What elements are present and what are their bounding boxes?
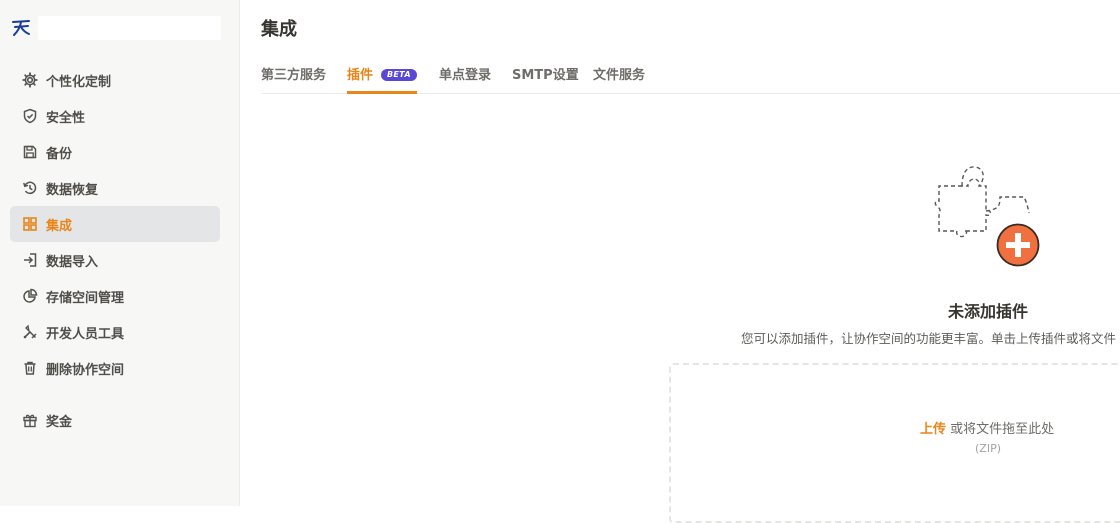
save-icon — [22, 144, 38, 160]
empty-state-description: 您可以添加插件，让协作空间的功能更丰富。单击上传插件或将文件 — [741, 331, 1117, 346]
gift-icon — [22, 412, 38, 428]
sidebar-item-developer-tools[interactable]: 开发人员工具 — [10, 314, 220, 350]
sidebar-item-label: 数据导入 — [46, 254, 99, 270]
upload-hint-text: 或将文件拖至此处 — [950, 422, 1055, 437]
workspace-header[interactable] — [10, 14, 221, 40]
sidebar-item-label: 开发人员工具 — [46, 326, 125, 342]
upload-prompt: 上传 或将文件拖至此处 — [920, 418, 1054, 437]
puzzle-plugin-icon — [934, 166, 1040, 267]
page-title: 集成 — [261, 19, 297, 40]
sidebar-item-storage[interactable]: 存储空间管理 — [10, 278, 220, 314]
sidebar-item-security[interactable]: 安全性 — [10, 98, 220, 134]
shield-icon — [22, 108, 38, 124]
sidebar-item-label: 集成 — [46, 218, 73, 234]
sidebar-item-label: 安全性 — [46, 110, 86, 126]
developer-tools-icon — [22, 324, 38, 340]
tab-bar: 第三方服务 插件 BETA 单点登录 SMTP设置 文件服务 — [261, 58, 1120, 94]
tab-single-sign-on[interactable]: 单点登录 — [439, 58, 491, 94]
tab-label: 插件 — [347, 68, 374, 83]
sidebar-item-backup[interactable]: 备份 — [10, 134, 220, 170]
trash-icon — [22, 360, 38, 376]
sidebar-item-integrations[interactable]: 集成 — [10, 206, 220, 242]
tab-plugins[interactable]: 插件 BETA — [347, 58, 417, 94]
sidebar-item-label: 存储空间管理 — [46, 290, 125, 306]
sidebar-item-label: 奖金 — [46, 414, 73, 430]
empty-state-title: 未添加插件 — [948, 302, 1029, 321]
sidebar-item-label: 数据恢复 — [46, 182, 99, 198]
tab-file-services[interactable]: 文件服务 — [593, 58, 645, 94]
sidebar-item-data-recovery[interactable]: 数据恢复 — [10, 170, 220, 206]
tab-smtp-settings[interactable]: SMTP设置 — [512, 58, 579, 94]
beta-badge: BETA — [381, 69, 417, 81]
tab-third-party-services[interactable]: 第三方服务 — [261, 58, 326, 94]
pie-chart-icon — [22, 288, 38, 304]
tab-label: SMTP设置 — [512, 68, 579, 83]
workspace-name-field[interactable] — [38, 16, 221, 40]
plugin-dropzone[interactable] — [669, 363, 1120, 523]
history-icon — [22, 180, 38, 196]
sidebar-item-label: 备份 — [46, 146, 73, 162]
tab-label: 单点登录 — [439, 68, 492, 83]
file-type-hint: (ZIP) — [975, 442, 1001, 455]
app-logo-icon — [12, 20, 30, 36]
sidebar-item-data-import[interactable]: 数据导入 — [10, 242, 220, 278]
sidebar-item-bonus[interactable]: 奖金 — [10, 402, 220, 438]
upload-link[interactable]: 上传 — [920, 422, 946, 437]
import-icon — [22, 252, 38, 268]
tab-label: 文件服务 — [593, 68, 646, 83]
sidebar-item-label: 删除协作空间 — [46, 362, 125, 378]
sidebar-item-delete-workspace[interactable]: 删除协作空间 — [10, 350, 220, 386]
tab-label: 第三方服务 — [261, 68, 327, 83]
sidebar-item-personalization[interactable]: 个性化定制 — [10, 62, 220, 98]
sidebar-item-label: 个性化定制 — [46, 74, 112, 90]
sidebar: 个性化定制 安全性 备份 数据恢复 集成 数据导入 存储空间管理 开发人员工具 … — [0, 0, 240, 506]
grid-icon — [22, 216, 38, 232]
gear-icon — [22, 72, 38, 88]
